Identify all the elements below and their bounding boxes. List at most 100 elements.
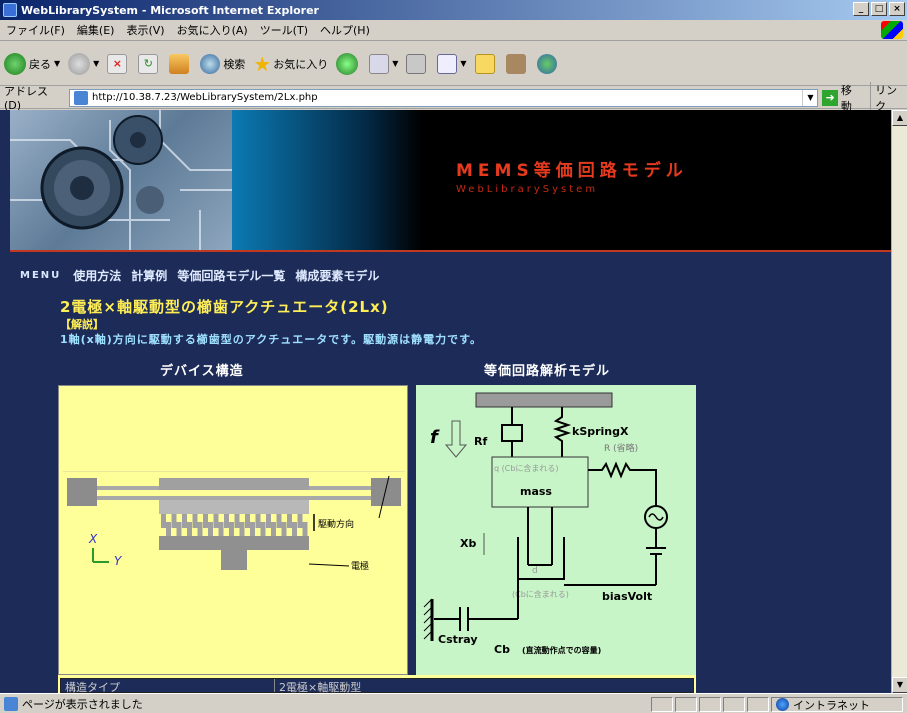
cstray-label: Cstray — [438, 633, 478, 646]
comb-finger — [187, 522, 192, 536]
status-cell — [651, 697, 673, 712]
address-input[interactable]: http://10.38.7.23/WebLibrarySystem/2Lx.p… — [69, 88, 819, 107]
menu-view[interactable]: 表示(V) — [126, 22, 164, 38]
kspring-label: kSpringX — [572, 425, 629, 438]
forward-button[interactable]: ▼ — [68, 52, 99, 75]
research-icon — [505, 53, 526, 74]
go-button[interactable]: ➜ 移動 — [822, 82, 862, 114]
comb-finger — [161, 514, 166, 528]
ie-icon — [3, 3, 17, 17]
minimize-button[interactable]: _ — [853, 2, 869, 16]
links-label[interactable]: リンク — [870, 81, 907, 114]
search-label: 検索 — [223, 57, 246, 71]
comb-finger — [192, 514, 198, 528]
electrode-label: 電極 — [351, 560, 369, 572]
bias-volt-label: biasVolt — [602, 590, 652, 603]
page-title: 2電極×軸駆動型の櫛歯アクチュエータ(2Lx) — [60, 298, 389, 316]
window-title: WebLibrarySystem - Microsoft Internet Ex… — [21, 3, 319, 17]
banner-gradient — [232, 110, 422, 250]
menu-favorites[interactable]: お気に入り(A) — [177, 22, 248, 38]
nav-menu: MENU 使用方法 計算例 等価回路モデル一覧 構成要素モデル — [20, 267, 389, 284]
window-titlebar: WebLibrarySystem - Microsoft Internet Ex… — [0, 0, 907, 20]
folder-button[interactable] — [474, 53, 498, 74]
device-structure-heading: デバイス構造 — [160, 364, 244, 379]
comb-finger — [166, 522, 171, 536]
nav-link-examples[interactable]: 計算例 — [131, 267, 167, 284]
nav-link-model-list[interactable]: 等価回路モデル一覧 — [177, 267, 285, 284]
comb-finger — [297, 514, 303, 528]
menu-edit[interactable]: 編集(E) — [77, 22, 115, 38]
maximize-button[interactable]: □ — [871, 2, 887, 16]
refresh-button[interactable]: ↻ — [138, 53, 161, 74]
menu-file[interactable]: ファイル(F) — [6, 22, 65, 38]
back-button[interactable]: 戻る ▼ — [4, 52, 60, 75]
mass-label: mass — [520, 485, 552, 498]
search-button[interactable]: 検索 — [200, 53, 246, 74]
go-arrow-icon: ➜ — [822, 89, 838, 106]
site-subtitle: WebLibrarySystem — [456, 184, 599, 195]
comb-finger — [250, 522, 255, 536]
research-button[interactable] — [505, 53, 529, 74]
comb-finger — [213, 514, 219, 528]
scroll-down-icon[interactable]: ▼ — [892, 677, 907, 693]
intranet-globe-icon — [776, 698, 789, 711]
comb-finger — [224, 514, 229, 528]
comb-finger — [287, 514, 292, 528]
menu-help[interactable]: ヘルプ(H) — [320, 22, 370, 38]
comb-finger — [281, 522, 287, 536]
status-cell — [747, 697, 769, 712]
comb-finger — [271, 522, 276, 536]
d-label: d — [532, 566, 538, 576]
favorites-label: お気に入り — [273, 57, 329, 71]
print-button[interactable] — [406, 53, 429, 74]
menubar: ファイル(F) 編集(E) 表示(V) お気に入り(A) ツール(T) ヘルプ(… — [0, 20, 907, 41]
explain-title: 【解説】 — [60, 318, 104, 331]
address-dropdown-icon[interactable]: ▼ — [802, 89, 817, 106]
page-viewport: MEMS等価回路モデル WebLibrarySystem MENU 使用方法 計… — [0, 110, 891, 693]
statusbar: ページが表示されました イントラネット — [0, 693, 907, 713]
table-cell-structure-value: 2電極×軸駆動型 — [279, 681, 362, 693]
comb-finger — [266, 514, 271, 528]
d-note-label: (Cbに含まれる) — [512, 589, 569, 599]
status-text: ページが表示されました — [22, 697, 143, 711]
xb-label: Xb — [460, 537, 476, 550]
favorites-button[interactable]: ★ お気に入り — [253, 52, 328, 76]
table-cell-structure-type: 構造タイプ — [61, 679, 275, 693]
anchor-left — [67, 478, 97, 506]
nav-link-usage[interactable]: 使用方法 — [73, 267, 121, 284]
drive-direction-label: 駆動方向 — [318, 518, 354, 530]
axis-y-label: Y — [114, 554, 123, 568]
comb-finger — [229, 522, 234, 536]
messenger-icon — [536, 53, 557, 74]
cb-label: Cb — [494, 643, 510, 656]
vertical-scrollbar[interactable]: ▲ ▼ — [891, 110, 907, 693]
stop-icon: × — [107, 53, 128, 74]
home-button[interactable] — [169, 53, 192, 74]
scroll-up-icon[interactable]: ▲ — [892, 110, 907, 126]
close-button[interactable]: × — [889, 2, 905, 16]
site-title: MEMS等価回路モデル — [456, 161, 688, 181]
banner-image — [10, 110, 232, 250]
search-icon — [200, 53, 221, 74]
force-f-label: f — [430, 427, 440, 448]
banner-divider — [10, 250, 891, 252]
comb-finger — [276, 514, 282, 528]
messenger-button[interactable] — [536, 53, 560, 74]
edit-button[interactable]: ▼ — [437, 53, 467, 74]
comb-finger — [234, 514, 240, 528]
comb-finger — [260, 522, 266, 536]
menu-tools[interactable]: ツール(T) — [260, 22, 308, 38]
windows-logo-icon — [881, 21, 903, 39]
comb-finger — [176, 522, 182, 536]
word-icon — [437, 53, 458, 74]
address-label: アドレス(D) — [4, 85, 48, 112]
page-icon — [74, 90, 89, 105]
history-button[interactable] — [336, 52, 361, 75]
stop-button[interactable]: × — [107, 53, 130, 74]
banner: MEMS等価回路モデル WebLibrarySystem — [10, 110, 891, 250]
mail-button[interactable]: ▼ — [369, 53, 398, 74]
status-cell — [675, 697, 697, 712]
go-label: 移動 — [840, 83, 852, 113]
status-cell — [699, 697, 721, 712]
nav-link-component-models[interactable]: 構成要素モデル — [295, 267, 379, 284]
